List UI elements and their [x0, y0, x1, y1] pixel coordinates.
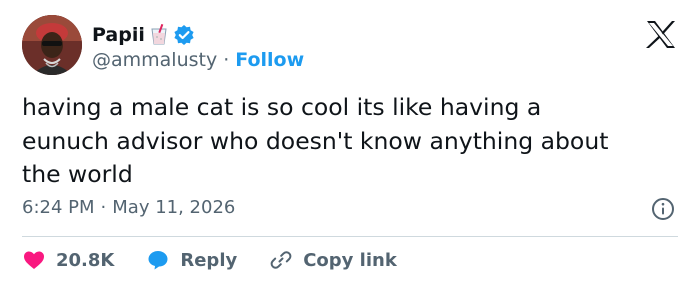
author-name-row: Papii	[92, 22, 195, 48]
reply-button[interactable]: Reply	[146, 248, 237, 272]
tweet-date: May 11, 2026	[112, 197, 236, 218]
reply-label: Reply	[180, 249, 238, 271]
heart-icon	[24, 251, 44, 269]
verified-badge-icon	[173, 24, 195, 46]
timestamp-separator: ·	[100, 197, 107, 218]
like-count: 20.8K	[56, 249, 115, 271]
link-icon	[270, 251, 292, 269]
avatar-image	[22, 15, 82, 75]
follow-button[interactable]: Follow	[235, 49, 304, 71]
tweet-time: 6:24 PM	[22, 197, 95, 218]
x-logo-icon[interactable]	[646, 21, 676, 48]
avatar[interactable]	[22, 15, 82, 75]
tweet-text: having a male cat is so cool its like ha…	[22, 93, 609, 188]
milk-glass-emoji-icon	[149, 23, 169, 46]
handle-separator: ·	[223, 49, 230, 71]
action-bar: 20.8K Reply Copy link	[22, 246, 429, 274]
tweet-timestamp[interactable]: 6:24 PM · May 11, 2026	[22, 197, 235, 218]
handle-row: @ammalusty · Follow	[92, 49, 304, 71]
divider	[22, 236, 678, 237]
display-name[interactable]: Papii	[92, 24, 145, 46]
speech-bubble-icon	[148, 251, 168, 270]
copy-link-button[interactable]: Copy link	[269, 248, 397, 272]
like-button[interactable]: 20.8K	[22, 248, 114, 272]
handle[interactable]: @ammalusty	[92, 49, 217, 71]
info-icon[interactable]	[651, 197, 675, 221]
copy-link-label: Copy link	[303, 249, 397, 271]
tweet-card: Papii @ammalusty · Follow having a male …	[0, 0, 700, 287]
